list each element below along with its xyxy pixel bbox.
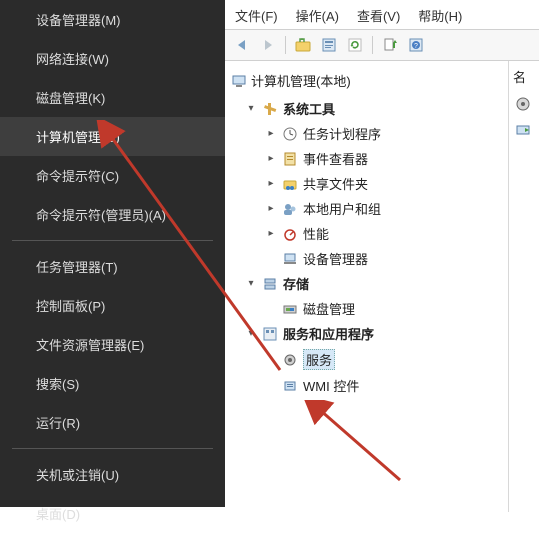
toolbar: ?	[225, 30, 539, 61]
toolbar-separator	[285, 36, 286, 54]
help-icon: ?	[408, 37, 424, 53]
menu-shutdown-signout[interactable]: 关机或注销(U)	[0, 455, 225, 494]
back-icon	[235, 38, 249, 52]
menu-device-manager[interactable]: 设备管理器(M)	[0, 0, 225, 39]
chevron-right-icon[interactable]: ▸	[265, 203, 277, 214]
menu-help[interactable]: 帮助(H)	[418, 6, 462, 25]
properties-icon	[321, 37, 337, 53]
menu-network-connections[interactable]: 网络连接(W)	[0, 39, 225, 78]
users-icon	[281, 200, 299, 218]
chevron-right-icon[interactable]: ▸	[265, 153, 277, 164]
tree-task-scheduler[interactable]: ▸ 任务计划程序	[231, 121, 504, 146]
toolbar-separator-2	[372, 36, 373, 54]
menu-computer-management[interactable]: 计算机管理(G)	[0, 117, 225, 156]
tree-services-apps[interactable]: ▾ 服务和应用程序	[231, 321, 504, 346]
winx-context-menu: 设备管理器(M) 网络连接(W) 磁盘管理(K) 计算机管理(G) 命令提示符(…	[0, 0, 225, 507]
menu-task-manager[interactable]: 任务管理器(T)	[0, 247, 225, 286]
gear-icon[interactable]	[513, 94, 533, 114]
menu-command-prompt-admin[interactable]: 命令提示符(管理员)(A)	[0, 195, 225, 234]
tree-device-manager[interactable]: 设备管理器	[231, 246, 504, 271]
help-button[interactable]: ?	[405, 34, 427, 56]
tree-label: WMI 控件	[303, 376, 359, 395]
performance-icon	[281, 225, 299, 243]
tree-label: 系统工具	[283, 99, 335, 118]
forward-button[interactable]	[257, 34, 279, 56]
tree-label: 设备管理器	[303, 249, 368, 268]
forward-icon	[261, 38, 275, 52]
menu-desktop[interactable]: 桌面(D)	[0, 494, 225, 533]
chevron-right-icon[interactable]: ▸	[265, 228, 277, 239]
actions-header: 名	[513, 67, 535, 86]
tree-event-viewer[interactable]: ▸ 事件查看器	[231, 146, 504, 171]
tree-label: 服务和应用程序	[283, 324, 374, 343]
menu-separator	[12, 240, 213, 241]
actions-column: 名	[509, 61, 539, 512]
refresh-icon	[347, 37, 363, 53]
storage-icon	[261, 275, 279, 293]
menu-file-explorer[interactable]: 文件资源管理器(E)	[0, 325, 225, 364]
tree-disk-management[interactable]: 磁盘管理	[231, 296, 504, 321]
computer-icon	[231, 73, 247, 89]
tree-label: 任务计划程序	[303, 124, 381, 143]
menu-run[interactable]: 运行(R)	[0, 403, 225, 442]
action-icon[interactable]	[513, 120, 533, 140]
tree-performance[interactable]: ▸ 性能	[231, 221, 504, 246]
tree-storage[interactable]: ▾ 存储	[231, 271, 504, 296]
back-button[interactable]	[231, 34, 253, 56]
tree-shared-folders[interactable]: ▸ 共享文件夹	[231, 171, 504, 196]
menu-separator-2	[12, 448, 213, 449]
tree-label: 共享文件夹	[303, 174, 368, 193]
chevron-down-icon[interactable]: ▾	[245, 328, 257, 339]
computer-management-window: 文件(F) 操作(A) 查看(V) 帮助(H) ? 计算机管理(本地) ▾ 系统…	[225, 0, 539, 507]
menu-view[interactable]: 查看(V)	[357, 6, 400, 25]
tree-label: 服务	[303, 349, 335, 370]
folder-up-icon	[295, 38, 311, 52]
properties-button[interactable]	[318, 34, 340, 56]
gear-icon	[281, 351, 299, 369]
refresh-button[interactable]	[344, 34, 366, 56]
tree-label: 磁盘管理	[303, 299, 355, 318]
clock-icon	[281, 125, 299, 143]
services-apps-icon	[261, 325, 279, 343]
wmi-icon	[281, 377, 299, 395]
up-button[interactable]	[292, 34, 314, 56]
disk-icon	[281, 300, 299, 318]
export-button[interactable]	[379, 34, 401, 56]
tree-label: 性能	[303, 224, 329, 243]
chevron-down-icon[interactable]: ▾	[245, 278, 257, 289]
menu-command-prompt[interactable]: 命令提示符(C)	[0, 156, 225, 195]
tree-label: 本地用户和组	[303, 199, 381, 218]
menu-action[interactable]: 操作(A)	[296, 6, 339, 25]
tree-local-users[interactable]: ▸ 本地用户和组	[231, 196, 504, 221]
tree-services[interactable]: 服务	[231, 346, 504, 373]
export-icon	[382, 37, 398, 53]
menubar: 文件(F) 操作(A) 查看(V) 帮助(H)	[225, 0, 539, 30]
menu-control-panel[interactable]: 控制面板(P)	[0, 286, 225, 325]
tree-root-label: 计算机管理(本地)	[251, 71, 351, 90]
event-log-icon	[281, 150, 299, 168]
navigation-tree: 计算机管理(本地) ▾ 系统工具 ▸ 任务计划程序 ▸ 事件查看器 ▸ 共享文件	[225, 61, 509, 512]
shared-folder-icon	[281, 175, 299, 193]
tree-system-tools[interactable]: ▾ 系统工具	[231, 96, 504, 121]
tools-icon	[261, 100, 279, 118]
chevron-down-icon[interactable]: ▾	[245, 103, 257, 114]
menu-disk-management[interactable]: 磁盘管理(K)	[0, 78, 225, 117]
tree-label: 存储	[283, 274, 309, 293]
device-icon	[281, 250, 299, 268]
menu-file[interactable]: 文件(F)	[235, 6, 278, 25]
tree-label: 事件查看器	[303, 149, 368, 168]
chevron-right-icon[interactable]: ▸	[265, 128, 277, 139]
tree-wmi-control[interactable]: WMI 控件	[231, 373, 504, 398]
svg-text:?: ?	[414, 43, 418, 50]
menu-search[interactable]: 搜索(S)	[0, 364, 225, 403]
chevron-right-icon[interactable]: ▸	[265, 178, 277, 189]
tree-root[interactable]: 计算机管理(本地)	[231, 69, 504, 96]
